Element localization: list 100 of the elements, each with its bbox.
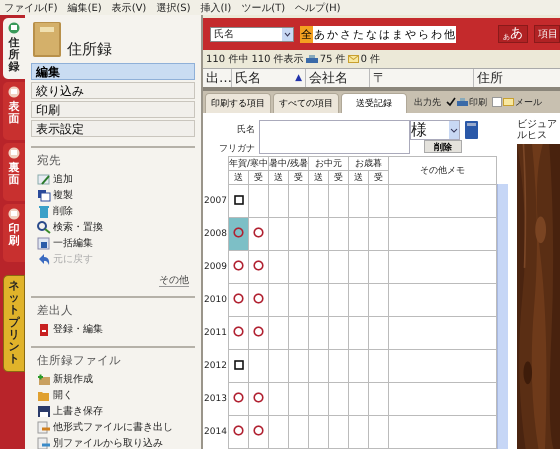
menu-item[interactable]: 挿入(I) — [200, 0, 232, 14]
checkbox[interactable] — [492, 97, 502, 107]
kana-button[interactable]: さ — [339, 26, 352, 42]
table-cell[interactable] — [288, 350, 309, 382]
table-cell[interactable] — [348, 250, 369, 284]
menu-item[interactable]: 選択(S) — [156, 0, 190, 14]
table-cell[interactable] — [328, 350, 349, 382]
table-cell[interactable] — [328, 218, 349, 250]
action-item[interactable]: 一括編集 — [37, 235, 189, 251]
table-cell[interactable] — [288, 218, 309, 250]
side-tab[interactable]: 裏面 — [3, 143, 25, 202]
table-cell[interactable] — [328, 416, 349, 448]
table-cell[interactable] — [288, 382, 309, 416]
kana-button[interactable]: は — [378, 26, 391, 42]
table-cell[interactable] — [368, 184, 389, 218]
column-header[interactable]: 会社名 — [306, 69, 370, 87]
action-item[interactable]: 登録・編集 — [37, 321, 189, 337]
kana-button[interactable]: や — [404, 26, 417, 42]
scrollbar[interactable] — [497, 184, 508, 449]
table-cell[interactable] — [248, 284, 269, 316]
table-cell[interactable] — [228, 250, 249, 284]
menu-item[interactable]: ツール(T) — [241, 0, 286, 14]
table-cell[interactable] — [348, 218, 369, 250]
kana-button[interactable]: た — [352, 26, 365, 42]
table-cell[interactable] — [248, 416, 269, 448]
table-cell[interactable] — [348, 416, 369, 448]
side-tab[interactable]: 住所録 — [3, 18, 25, 80]
table-cell[interactable] — [348, 316, 369, 350]
table-cell[interactable] — [308, 316, 329, 350]
mode-button[interactable]: 編集 — [31, 63, 195, 80]
table-cell[interactable] — [288, 250, 309, 284]
table-cell[interactable] — [368, 416, 389, 448]
table-cell[interactable] — [228, 316, 249, 350]
table-cell[interactable] — [368, 284, 389, 316]
action-item[interactable]: 新規作成 — [37, 371, 189, 387]
table-cell[interactable] — [248, 316, 269, 350]
delete-button[interactable]: 削除 — [424, 140, 462, 153]
kana-button[interactable]: な — [365, 26, 378, 42]
column-header[interactable]: 出… — [203, 69, 232, 87]
field-dropdown[interactable]: 氏名 — [210, 26, 294, 42]
kana-button[interactable]: 全 — [300, 26, 313, 42]
action-item[interactable]: 追加 — [37, 171, 189, 187]
kana-button[interactable]: ま — [391, 26, 404, 42]
menu-item[interactable]: 編集(E) — [68, 0, 102, 14]
side-tab[interactable]: 印刷 — [3, 204, 25, 262]
kana-button[interactable]: わ — [430, 26, 443, 42]
tab[interactable]: 印刷する項目 — [205, 93, 271, 113]
table-cell[interactable] — [308, 350, 329, 382]
action-item[interactable]: 削除 — [37, 203, 189, 219]
output-option[interactable]: メール — [492, 96, 542, 108]
table-cell[interactable] — [268, 218, 289, 250]
table-cell[interactable] — [348, 382, 369, 416]
action-item[interactable]: 別ファイルから取り込み — [37, 435, 189, 449]
mode-button[interactable]: 絞り込み — [31, 82, 195, 99]
table-cell[interactable] — [268, 184, 289, 218]
table-cell[interactable] — [328, 184, 349, 218]
table-cell[interactable] — [228, 284, 249, 316]
table-cell[interactable] — [348, 284, 369, 316]
table-cell[interactable] — [268, 316, 289, 350]
table-cell[interactable] — [268, 382, 289, 416]
side-tab[interactable]: ネットプリント — [3, 275, 25, 372]
table-cell[interactable] — [308, 416, 329, 448]
table-cell[interactable] — [248, 218, 269, 250]
column-header[interactable]: 氏名 ▲ — [232, 69, 306, 87]
table-cell[interactable] — [368, 382, 389, 416]
table-cell[interactable] — [268, 416, 289, 448]
name-field[interactable] — [259, 120, 410, 154]
column-header[interactable]: 〒 — [370, 69, 474, 87]
table-cell[interactable] — [248, 184, 269, 218]
tab[interactable]: すべての項目 — [273, 93, 339, 113]
action-item[interactable]: 上書き保存 — [37, 403, 189, 419]
items-button[interactable]: 項目 — [534, 25, 560, 43]
table-cell[interactable] — [288, 184, 309, 218]
table-cell[interactable] — [328, 250, 349, 284]
action-item[interactable]: 開く — [37, 387, 189, 403]
column-header[interactable]: 住所 — [474, 69, 560, 87]
table-cell[interactable] — [268, 350, 289, 382]
table-cell[interactable] — [228, 184, 249, 218]
side-tab[interactable]: 表面 — [3, 82, 25, 140]
table-cell[interactable] — [268, 284, 289, 316]
table-cell[interactable] — [368, 316, 389, 350]
table-cell[interactable] — [288, 316, 309, 350]
table-cell[interactable] — [308, 250, 329, 284]
table-cell[interactable] — [368, 350, 389, 382]
table-cell[interactable] — [328, 284, 349, 316]
table-cell[interactable] — [308, 184, 329, 218]
kana-button[interactable]: あ — [313, 26, 326, 42]
menu-item[interactable]: ファイル(F) — [4, 0, 58, 14]
action-item[interactable]: 複製 — [37, 187, 189, 203]
table-cell[interactable] — [368, 250, 389, 284]
table-cell[interactable] — [248, 250, 269, 284]
mode-button[interactable]: 表示設定 — [31, 120, 195, 137]
table-cell[interactable] — [268, 250, 289, 284]
mode-button[interactable]: 印刷 — [31, 101, 195, 118]
checkbox[interactable] — [446, 97, 456, 107]
table-cell[interactable] — [328, 316, 349, 350]
table-cell[interactable] — [228, 218, 249, 250]
kana-button[interactable]: 他 — [443, 26, 456, 42]
table-cell[interactable] — [308, 218, 329, 250]
menu-item[interactable]: ヘルプ(H) — [295, 0, 341, 14]
